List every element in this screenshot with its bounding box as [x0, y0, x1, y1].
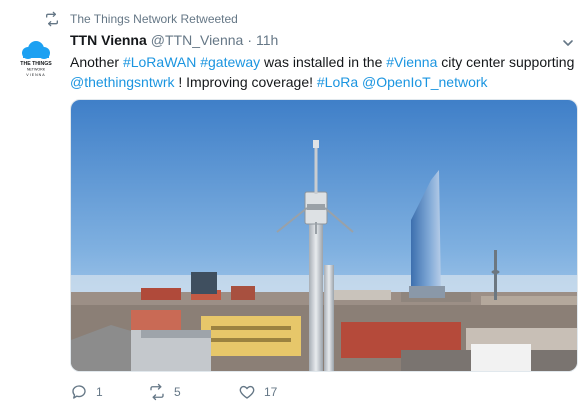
- like-button[interactable]: 17: [238, 383, 277, 401]
- retweet-notice-text: The Things Network Retweeted: [70, 12, 238, 26]
- mention-thethingsntwrk[interactable]: @thethingsntwrk: [70, 74, 174, 90]
- retweet-icon: [46, 11, 58, 27]
- reply-icon: [72, 385, 86, 399]
- text-plain: Another: [70, 54, 123, 70]
- photo-gateway-antenna-vienna: [71, 100, 577, 371]
- hashtag-gateway[interactable]: #gateway: [200, 54, 260, 70]
- tweet-text: Another #LoRaWAN #gateway was installed …: [70, 52, 580, 92]
- retweet-icon: [150, 383, 164, 401]
- mention-openiot-network[interactable]: @OpenIoT_network: [362, 74, 488, 90]
- text-plain: city center supporting: [437, 54, 575, 70]
- hashtag-lora[interactable]: #LoRa: [317, 74, 358, 90]
- avatar-line3: VIENNA: [26, 73, 45, 77]
- retweet-count: 5: [174, 385, 181, 399]
- avatar-line2: NETWORK: [27, 68, 46, 72]
- author-handle[interactable]: @TTN_Vienna: [151, 32, 244, 48]
- reply-button[interactable]: 1: [70, 383, 148, 401]
- avatar[interactable]: THE THINGS NETWORK VIENNA: [14, 36, 58, 80]
- text-plain: ! Improving coverage!: [174, 74, 317, 90]
- avatar-line1: THE THINGS: [20, 61, 52, 67]
- text-plain: was installed in the: [260, 54, 387, 70]
- caret-down-icon[interactable]: [561, 36, 575, 50]
- separator-dot: ·: [247, 32, 252, 48]
- ttn-vienna-logo: THE THINGS NETWORK VIENNA: [20, 41, 52, 77]
- author-name[interactable]: TTN Vienna: [70, 32, 147, 48]
- tweet-time[interactable]: 11h: [256, 32, 278, 48]
- tweet-header: TTN Vienna @TTN_Vienna · 11h: [70, 32, 278, 48]
- tweet-actions: 1 5 17: [70, 383, 277, 401]
- retweet-button[interactable]: 5: [148, 383, 238, 401]
- reply-count: 1: [96, 385, 103, 399]
- hashtag-vienna[interactable]: #Vienna: [386, 54, 437, 70]
- retweet-notice[interactable]: The Things Network Retweeted: [44, 10, 238, 28]
- like-count: 17: [264, 385, 278, 399]
- like-icon: [239, 385, 255, 399]
- tweet-photo[interactable]: [70, 99, 578, 372]
- hashtag-lorawan[interactable]: #LoRaWAN: [123, 54, 196, 70]
